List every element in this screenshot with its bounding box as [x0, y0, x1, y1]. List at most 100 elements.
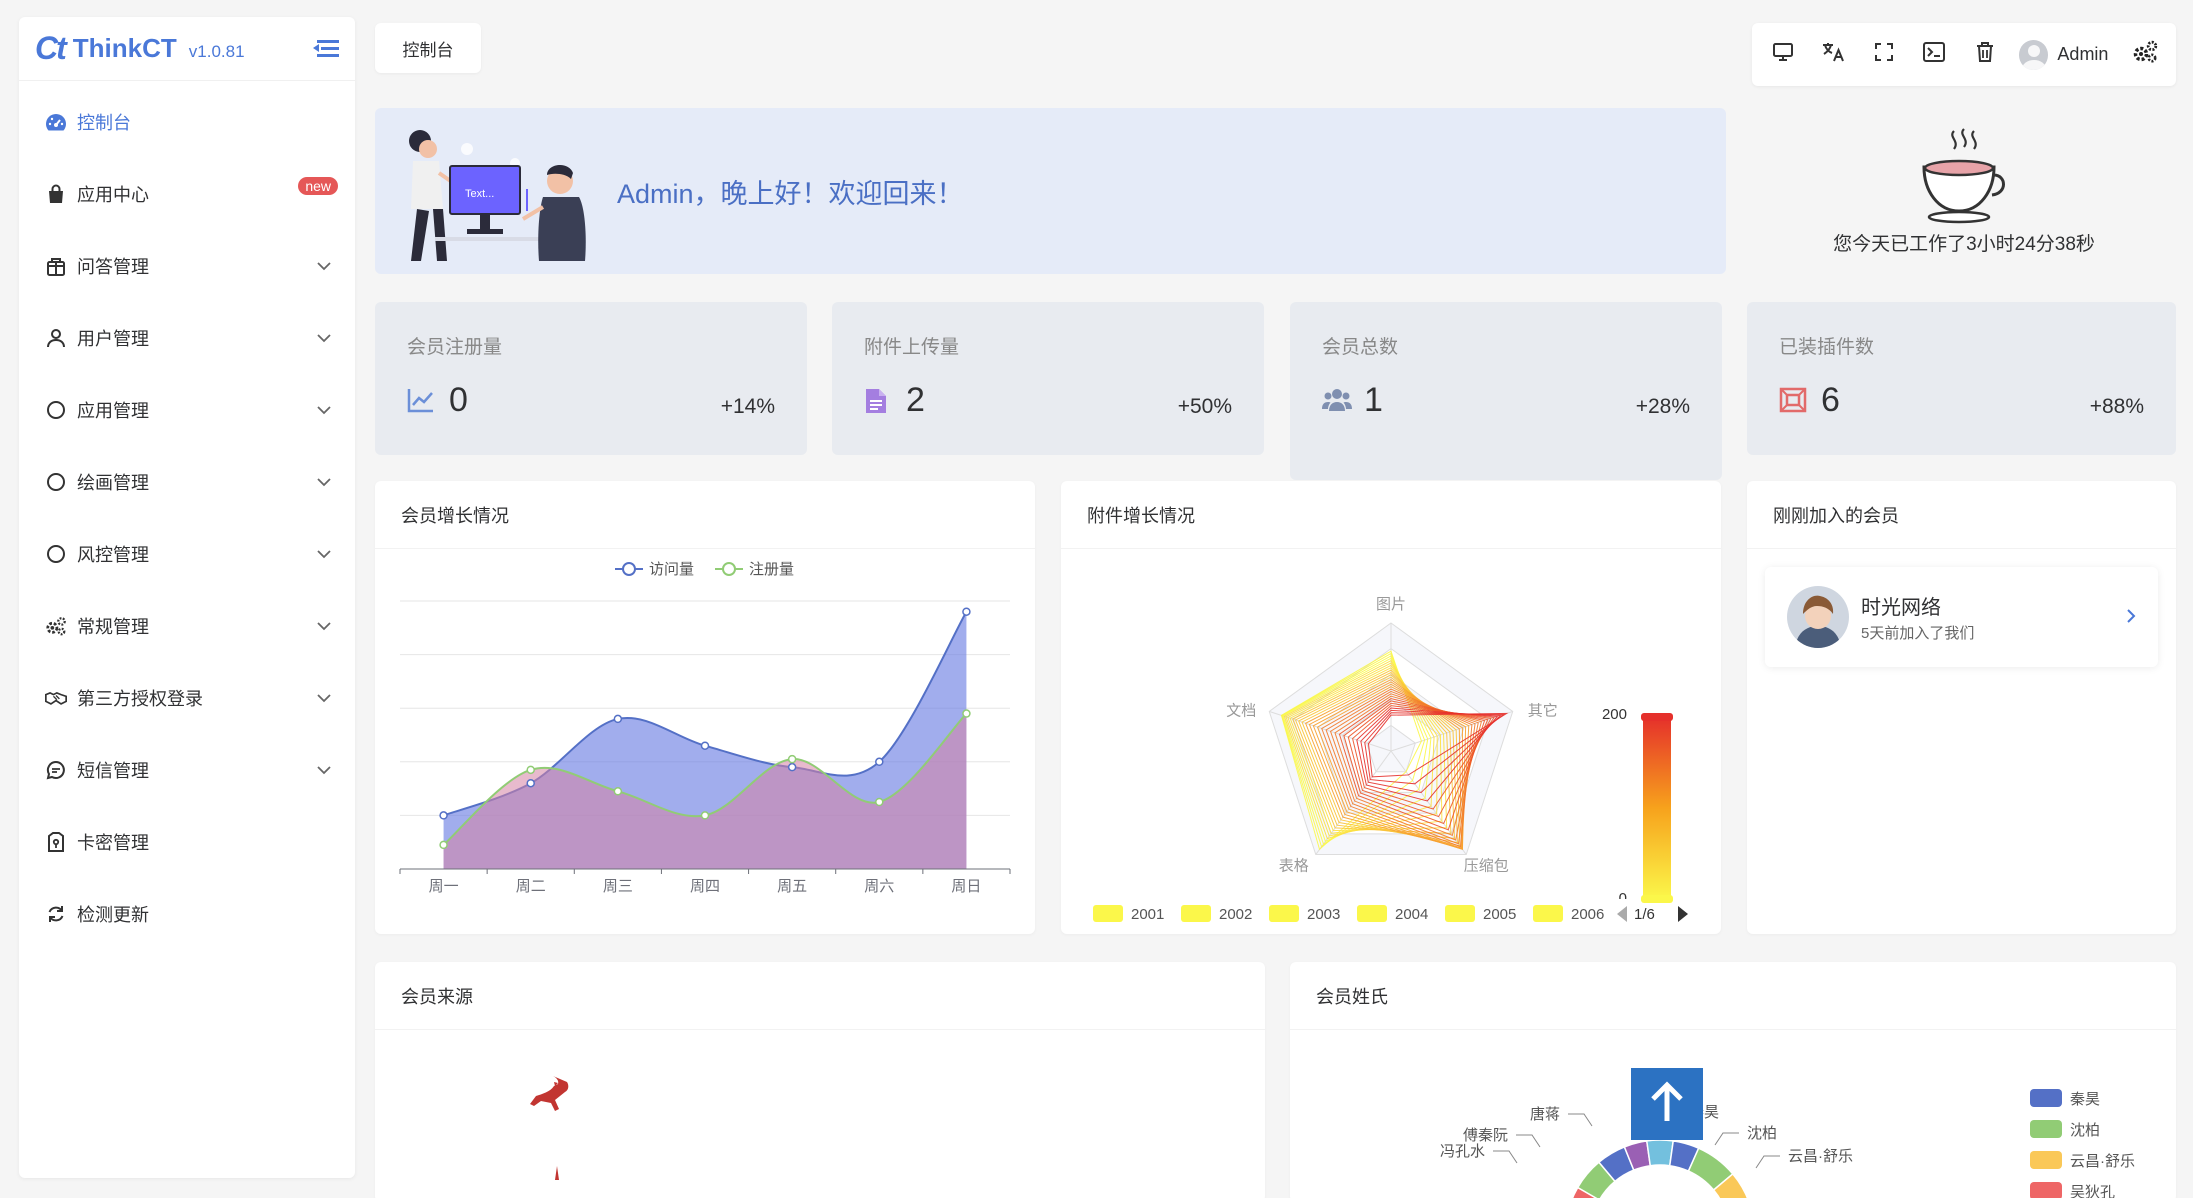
- settings-button[interactable]: [2128, 38, 2162, 72]
- data-point[interactable]: [526, 765, 535, 775]
- legend-item[interactable]: 2006: [1533, 905, 1604, 923]
- users-icon: [1322, 387, 1352, 415]
- svg-text:云昌·舒乐: 云昌·舒乐: [1788, 1148, 1853, 1165]
- legend-item[interactable]: 访问量: [615, 561, 694, 578]
- legend-label: 云昌·舒乐: [2070, 1153, 2135, 1170]
- sidebar-item-dashboard[interactable]: 控制台: [19, 86, 355, 158]
- sidebar-item-label: 短信管理: [77, 761, 149, 781]
- sidebar-item-label: 检测更新: [77, 905, 149, 925]
- sidebar-item-label: 应用中心: [77, 185, 149, 205]
- data-point[interactable]: [787, 754, 797, 764]
- legend-item[interactable]: 注册量: [715, 561, 794, 578]
- handshake-icon: [45, 687, 67, 709]
- sidebar-item-users[interactable]: 用户管理: [19, 302, 355, 374]
- deer-symbol-icon: [530, 1065, 569, 1180]
- sidebar-item-risk-control[interactable]: 风控管理: [19, 518, 355, 590]
- x-tick-label: 周二: [516, 878, 546, 895]
- legend-item[interactable]: 2002: [1181, 905, 1252, 923]
- sidebar-item-oauth[interactable]: 第三方授权登录: [19, 662, 355, 734]
- terminal-icon: [1923, 41, 1946, 68]
- sidebar-item-label: 问答管理: [77, 257, 149, 277]
- arrow-up-icon: [1649, 1080, 1685, 1128]
- card-lock-icon: [45, 831, 67, 853]
- stat-percent: +28%: [1635, 394, 1690, 418]
- circle-icon: [45, 543, 67, 565]
- sidebar-item-card-keys[interactable]: 卡密管理: [19, 806, 355, 878]
- legend-item[interactable]: 吴狄孔: [2030, 1182, 2115, 1198]
- data-point[interactable]: [439, 811, 448, 820]
- clear-cache-button[interactable]: [1968, 38, 2002, 72]
- translate-button[interactable]: [1817, 38, 1851, 72]
- brand-version: v1.0.81: [188, 41, 245, 61]
- visual-map-handle-bottom[interactable]: [1641, 895, 1673, 903]
- legend-next-icon[interactable]: [1678, 906, 1688, 922]
- data-point[interactable]: [875, 797, 884, 807]
- stat-value: 6: [1821, 381, 1840, 419]
- brand-header: Ct ThinkCT v1.0.81: [19, 17, 355, 81]
- sidebar-item-general[interactable]: 常规管理: [19, 590, 355, 662]
- welcome-message: Admin，晚上好！欢迎回来！: [617, 178, 964, 209]
- user-avatar[interactable]: [2018, 39, 2049, 70]
- card-title: 附件增长情况: [1061, 481, 1721, 549]
- monitor-button[interactable]: [1766, 38, 1800, 72]
- chevron-down-icon: [317, 762, 331, 778]
- legend-label: 2006: [1571, 906, 1604, 923]
- member-list-item[interactable]: 时光网络 5天前加入了我们: [1765, 567, 2158, 667]
- gears-icon: [45, 615, 67, 637]
- visual-map-handle-top[interactable]: [1641, 713, 1673, 721]
- sidebar-item-drawing[interactable]: 绘画管理: [19, 446, 355, 518]
- tab-dashboard[interactable]: 控制台: [375, 23, 481, 73]
- member-surname-card: 会员姓氏 唐蒋 傅秦阮 冯孔水 秦昊 沈柏 云昌·舒乐 秦昊 沈柏 云昌·舒乐 吴狄孔: [1290, 962, 2176, 1198]
- x-tick-label: 周三: [603, 878, 633, 895]
- fullscreen-button[interactable]: [1867, 38, 1901, 72]
- sidebar-item-apps[interactable]: 应用管理: [19, 374, 355, 446]
- legend-item[interactable]: 2003: [1269, 905, 1340, 923]
- new-badge: new: [298, 177, 338, 195]
- legend-label: 2003: [1307, 906, 1340, 923]
- data-point[interactable]: [613, 787, 623, 796]
- stat-value: 1: [1364, 381, 1383, 419]
- x-tick-label: 周四: [690, 878, 720, 895]
- collapse-sidebar-button[interactable]: [313, 38, 339, 60]
- data-point[interactable]: [962, 607, 971, 616]
- chevron-down-icon: [317, 330, 331, 346]
- data-point[interactable]: [787, 762, 797, 772]
- pie-slice[interactable]: [1645, 1139, 1675, 1167]
- legend-item[interactable]: 2004: [1357, 905, 1428, 923]
- chevron-down-icon: [317, 474, 331, 490]
- data-point[interactable]: [875, 757, 884, 767]
- svg-text:傅秦阮: 傅秦阮: [1463, 1127, 1508, 1144]
- plugin-icon: [1779, 387, 1807, 415]
- radar-indicator-label: 压缩包: [1464, 858, 1509, 875]
- sidebar-item-sms[interactable]: 短信管理: [19, 734, 355, 806]
- circle-icon: [45, 471, 67, 493]
- sidebar-item-check-update[interactable]: 检测更新: [19, 878, 355, 950]
- visual-map-bar[interactable]: [1643, 717, 1671, 899]
- sidebar-menu: 控制台 应用中心 new 问答管理 用户管理 应用管理 绘画管理 风控管理 常规…: [19, 81, 355, 950]
- sidebar-item-app-center[interactable]: 应用中心 new: [19, 158, 355, 230]
- legend-item[interactable]: 云昌·舒乐: [2030, 1151, 2135, 1170]
- stat-title: 附件上传量: [864, 337, 960, 358]
- chevron-right-icon: [2126, 604, 2136, 630]
- scroll-to-top-button[interactable]: [1631, 1068, 1703, 1140]
- legend-item[interactable]: 2005: [1445, 905, 1516, 923]
- data-point[interactable]: [613, 714, 623, 724]
- data-point[interactable]: [439, 840, 448, 850]
- card-title: 会员增长情况: [375, 481, 1035, 549]
- legend-item[interactable]: 2001: [1093, 905, 1164, 923]
- terminal-button[interactable]: [1918, 38, 1952, 72]
- stat-percent: +88%: [2089, 394, 2144, 418]
- sidebar-item-qa[interactable]: 问答管理: [19, 230, 355, 302]
- legend-item[interactable]: 秦昊: [2030, 1089, 2100, 1108]
- data-point[interactable]: [526, 778, 535, 788]
- gift-box-icon: [45, 255, 67, 277]
- user-name[interactable]: Admin: [2057, 44, 2108, 65]
- legend-item[interactable]: 沈柏: [2030, 1120, 2100, 1139]
- sidebar-item-label: 风控管理: [77, 545, 149, 565]
- stat-value: 0: [449, 381, 468, 419]
- data-point[interactable]: [700, 811, 710, 820]
- data-point[interactable]: [962, 709, 971, 718]
- legend-label: 秦昊: [2070, 1091, 2100, 1108]
- data-point[interactable]: [700, 741, 710, 750]
- svg-text:沈柏: 沈柏: [1747, 1125, 1777, 1142]
